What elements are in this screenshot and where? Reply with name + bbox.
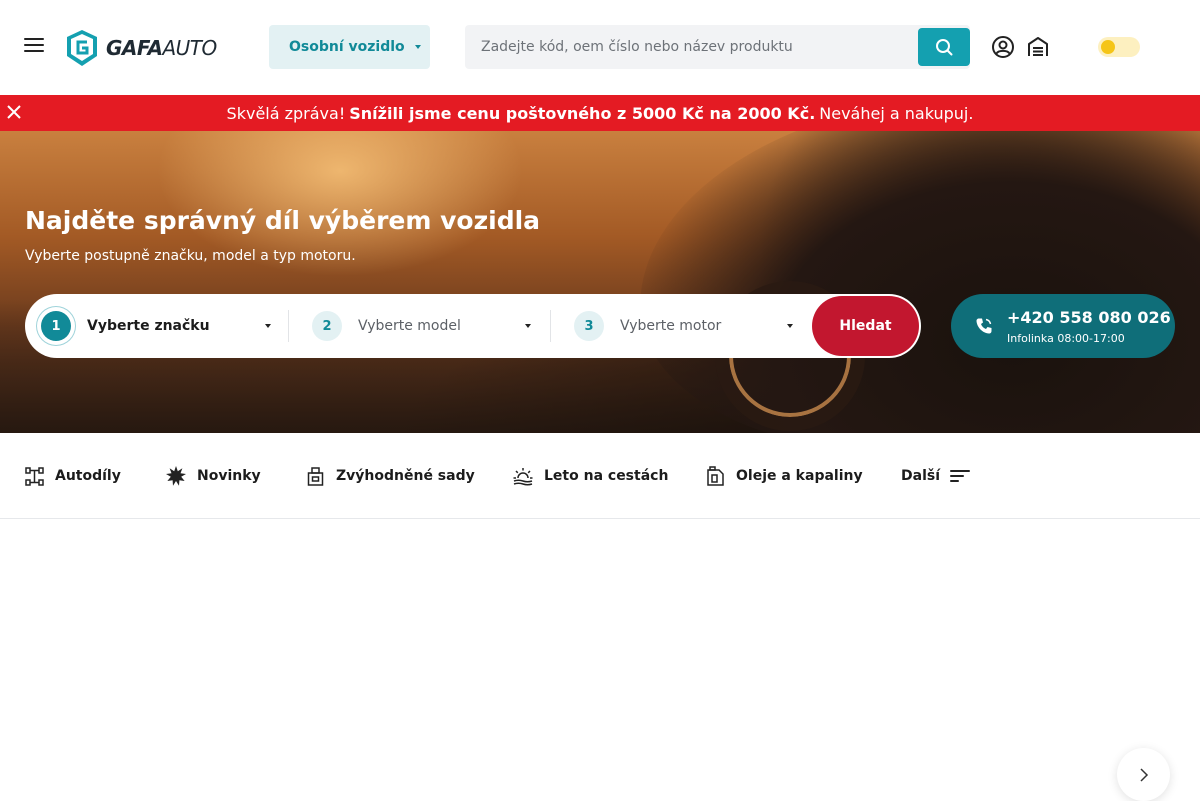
category-oleje-a-kapaliny[interactable]: Oleje a kapaliny (706, 466, 863, 486)
caret-down-icon (265, 324, 271, 328)
menu-icon[interactable] (24, 38, 44, 56)
promo-banner: Skvělá zpráva! Snížili jsme cenu poštovn… (0, 95, 1200, 131)
category-label: Oleje a kapaliny (736, 468, 863, 484)
step-number-1: 1 (41, 311, 71, 341)
category-label: Novinky (197, 468, 261, 484)
hero-subtitle: Vyberte postupně značku, model a typ mot… (25, 248, 356, 264)
step-number-3: 3 (574, 311, 604, 341)
category-autodily[interactable]: Autodíly (25, 466, 121, 486)
brand-select-label: Vyberte značku (87, 318, 210, 334)
engine-select[interactable]: 3 Vyberte motor (574, 294, 793, 358)
category-label: Leto na cestách (544, 468, 669, 484)
category-dalsi[interactable]: Další (901, 466, 981, 486)
phone-number: +420 558 080 026 (1007, 308, 1171, 327)
model-select-label: Vyberte model (358, 318, 461, 334)
sunset-icon (513, 468, 533, 486)
category-zvyhodnene-sady[interactable]: Zvýhodněné sady (306, 466, 475, 486)
category-leto-na-cestach[interactable]: Leto na cestách (513, 466, 668, 486)
caret-down-icon (525, 324, 531, 328)
sun-icon (1101, 40, 1115, 54)
step-number-2: 2 (312, 311, 342, 341)
category-label: Další (901, 468, 940, 484)
site-header: GAFAAUTO Osobní vozidlo (0, 0, 1200, 95)
car-parts-icon (25, 466, 44, 486)
search-button[interactable] (918, 28, 970, 66)
logo-text-bold: GAFA (106, 36, 163, 60)
vehicle-search-button[interactable]: Hledat (812, 296, 919, 356)
category-novinky[interactable]: Novinky (166, 466, 261, 486)
vehicle-picker: 1 Vyberte značku 2 Vyberte model 3 Vyber… (25, 294, 921, 358)
divider (288, 310, 289, 342)
engine-select-label: Vyberte motor (620, 318, 722, 334)
theme-toggle[interactable] (1098, 37, 1140, 57)
menu-lines-icon (950, 470, 970, 482)
hero-title: Najděte správný díl výběrem vozidla (25, 206, 541, 235)
logo[interactable]: GAFAAUTO (64, 28, 217, 68)
phone-icon (976, 318, 992, 334)
category-label: Autodíly (55, 468, 121, 484)
search-icon (936, 39, 953, 56)
carousel-next-button[interactable] (1117, 748, 1170, 801)
promo-highlight: Snížili jsme cenu poštovného z 5000 Kč n… (349, 103, 816, 123)
caret-down-icon (414, 45, 421, 49)
phone-hours: Infolinka 08:00-17:00 (1007, 332, 1125, 345)
search-bar (465, 25, 970, 69)
vehicle-type-label: Osobní vozidlo (289, 39, 405, 55)
phone-infoline[interactable]: +420 558 080 026 Infolinka 08:00-17:00 (951, 294, 1175, 358)
promo-tail: Neváhej a nakupuj. (819, 103, 974, 123)
oil-canister-icon (707, 466, 724, 486)
brand-select[interactable]: 1 Vyberte značku (41, 294, 271, 358)
close-icon[interactable] (6, 104, 22, 120)
chevron-right-icon (1139, 767, 1148, 782)
caret-down-icon (787, 324, 793, 328)
category-label: Zvýhodněné sady (336, 468, 475, 484)
vehicle-type-select[interactable]: Osobní vozidlo (269, 25, 430, 69)
search-input[interactable] (465, 25, 905, 69)
logo-mark-icon (67, 30, 97, 66)
user-account-icon[interactable] (991, 35, 1015, 59)
logo-text-light: AUTO (162, 36, 217, 60)
package-icon (307, 466, 324, 486)
logo-text: GAFAAUTO (106, 36, 217, 60)
promo-lead: Skvělá zpráva! (226, 103, 346, 123)
divider (550, 310, 551, 342)
category-nav: Autodíly Novinky Zvýhodněné sady Leto na… (0, 433, 1200, 519)
hero-section: Najděte správný díl výběrem vozidla Vybe… (0, 131, 1200, 433)
model-select[interactable]: 2 Vyberte model (312, 294, 531, 358)
starburst-icon (166, 466, 186, 486)
garage-icon[interactable] (1026, 35, 1050, 59)
